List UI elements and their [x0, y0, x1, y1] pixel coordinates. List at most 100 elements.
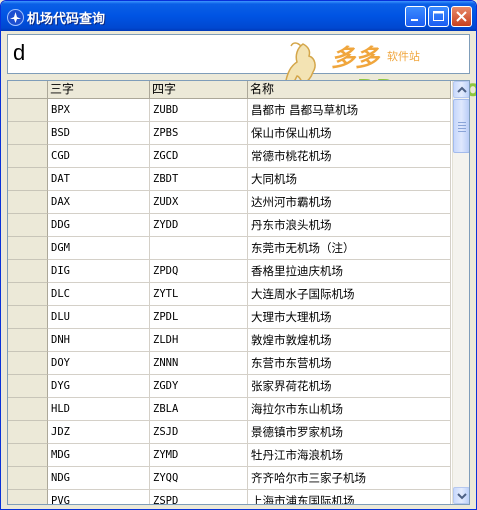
table-row[interactable]: DNH ZLDH 敦煌市敦煌机场 — [8, 329, 451, 352]
app-icon[interactable] — [7, 9, 24, 26]
airport-name-cell[interactable]: 东营市东营机场 — [248, 352, 451, 375]
three-letter-cell[interactable]: DYG — [48, 375, 150, 398]
three-letter-cell[interactable]: DAT — [48, 168, 150, 191]
row-header[interactable] — [8, 145, 48, 168]
airport-name-cell[interactable]: 齐齐哈尔市三家子机场 — [248, 467, 451, 490]
four-letter-cell[interactable]: ZBLA — [150, 398, 248, 421]
airport-name-cell[interactable]: 香格里拉迪庆机场 — [248, 260, 451, 283]
table-row[interactable]: NDG ZYQQ 齐齐哈尔市三家子机场 — [8, 467, 451, 490]
table-row[interactable]: HLD ZBLA 海拉尔市东山机场 — [8, 398, 451, 421]
table-row[interactable]: DAT ZBDT 大同机场 — [8, 168, 451, 191]
three-letter-cell[interactable]: DLC — [48, 283, 150, 306]
row-header[interactable] — [8, 398, 48, 421]
airport-name-cell[interactable]: 敦煌市敦煌机场 — [248, 329, 451, 352]
table-corner[interactable] — [8, 81, 48, 99]
three-letter-cell[interactable]: DLU — [48, 306, 150, 329]
airport-name-cell[interactable]: 东莞市无机场（注） — [248, 237, 451, 260]
four-letter-cell[interactable]: ZYQQ — [150, 467, 248, 490]
four-letter-cell[interactable]: ZBDT — [150, 168, 248, 191]
airport-name-cell[interactable]: 保山市保山机场 — [248, 122, 451, 145]
maximize-button[interactable] — [428, 6, 449, 27]
three-letter-cell[interactable]: DGM — [48, 237, 150, 260]
row-header[interactable] — [8, 237, 48, 260]
three-letter-cell[interactable]: CGD — [48, 145, 150, 168]
scroll-up-button[interactable] — [453, 81, 469, 98]
three-letter-cell[interactable]: DAX — [48, 191, 150, 214]
row-header[interactable] — [8, 306, 48, 329]
row-header[interactable] — [8, 329, 48, 352]
airport-name-cell[interactable]: 达州河市霸机场 — [248, 191, 451, 214]
row-header[interactable] — [8, 191, 48, 214]
three-letter-cell[interactable]: DDG — [48, 214, 150, 237]
airport-name-cell[interactable]: 上海市浦东国际机场 — [248, 490, 451, 504]
table-row[interactable]: DAX ZUDX 达州河市霸机场 — [8, 191, 451, 214]
table-row[interactable]: BPX ZUBD 昌都市 昌都马草机场 — [8, 99, 451, 122]
row-header[interactable] — [8, 122, 48, 145]
row-header[interactable] — [8, 444, 48, 467]
table-row[interactable]: CGD ZGCD 常德市桃花机场 — [8, 145, 451, 168]
four-letter-cell[interactable]: ZPDL — [150, 306, 248, 329]
four-letter-cell[interactable]: ZGDY — [150, 375, 248, 398]
row-header[interactable] — [8, 99, 48, 122]
table-row[interactable]: DGM 东莞市无机场（注） — [8, 237, 451, 260]
three-letter-cell[interactable]: DIG — [48, 260, 150, 283]
table-row[interactable]: PVG ZSPD 上海市浦东国际机场 — [8, 490, 451, 504]
four-letter-cell[interactable] — [150, 237, 248, 260]
airport-name-cell[interactable]: 海拉尔市东山机场 — [248, 398, 451, 421]
four-letter-cell[interactable]: ZGCD — [150, 145, 248, 168]
airport-name-cell[interactable]: 大连周水子国际机场 — [248, 283, 451, 306]
table-row[interactable]: DLU ZPDL 大理市大理机场 — [8, 306, 451, 329]
row-header[interactable] — [8, 490, 48, 504]
row-header[interactable] — [8, 168, 48, 191]
three-letter-cell[interactable]: DOY — [48, 352, 150, 375]
scroll-down-button[interactable] — [453, 487, 469, 504]
airport-name-cell[interactable]: 大理市大理机场 — [248, 306, 451, 329]
four-letter-cell[interactable]: ZYMD — [150, 444, 248, 467]
table-row[interactable]: MDG ZYMD 牡丹江市海浪机场 — [8, 444, 451, 467]
column-header-four-letter[interactable]: 四字 — [150, 81, 248, 99]
row-header[interactable] — [8, 214, 48, 237]
three-letter-cell[interactable]: HLD — [48, 398, 150, 421]
airport-name-cell[interactable]: 张家界荷花机场 — [248, 375, 451, 398]
table-row[interactable]: DDG ZYDD 丹东市浪头机场 — [8, 214, 451, 237]
airport-name-cell[interactable]: 昌都市 昌都马草机场 — [248, 99, 451, 122]
table-row[interactable]: DYG ZGDY 张家界荷花机场 — [8, 375, 451, 398]
row-header[interactable] — [8, 260, 48, 283]
three-letter-cell[interactable]: MDG — [48, 444, 150, 467]
three-letter-cell[interactable]: PVG — [48, 490, 150, 504]
airport-name-cell[interactable]: 丹东市浪头机场 — [248, 214, 451, 237]
table-row[interactable]: DOY ZNNN 东营市东营机场 — [8, 352, 451, 375]
row-header[interactable] — [8, 421, 48, 444]
three-letter-cell[interactable]: BPX — [48, 99, 150, 122]
four-letter-cell[interactable]: ZUBD — [150, 99, 248, 122]
three-letter-cell[interactable]: NDG — [48, 467, 150, 490]
four-letter-cell[interactable]: ZLDH — [150, 329, 248, 352]
three-letter-cell[interactable]: JDZ — [48, 421, 150, 444]
column-header-name[interactable]: 名称 — [248, 81, 451, 99]
airport-name-cell[interactable]: 牡丹江市海浪机场 — [248, 444, 451, 467]
minimize-button[interactable] — [405, 6, 426, 27]
table-row[interactable]: BSD ZPBS 保山市保山机场 — [8, 122, 451, 145]
four-letter-cell[interactable]: ZUDX — [150, 191, 248, 214]
column-header-three-letter[interactable]: 三字 — [48, 81, 150, 99]
row-header[interactable] — [8, 352, 48, 375]
title-bar[interactable]: 机场代码查询 — [1, 1, 476, 31]
table-row[interactable]: DLC ZYTL 大连周水子国际机场 — [8, 283, 451, 306]
four-letter-cell[interactable]: ZNNN — [150, 352, 248, 375]
airport-table[interactable]: 三字 四字 名称 BPX ZUBD 昌都市 昌都马草机场 BSD ZPBS 保山市保山机场… — [7, 80, 470, 505]
airport-name-cell[interactable]: 大同机场 — [248, 168, 451, 191]
airport-name-cell[interactable]: 常德市桃花机场 — [248, 145, 451, 168]
four-letter-cell[interactable]: ZYDD — [150, 214, 248, 237]
four-letter-cell[interactable]: ZSJD — [150, 421, 248, 444]
four-letter-cell[interactable]: ZPDQ — [150, 260, 248, 283]
row-header[interactable] — [8, 375, 48, 398]
table-row[interactable]: DIG ZPDQ 香格里拉迪庆机场 — [8, 260, 451, 283]
close-button[interactable] — [451, 6, 472, 27]
four-letter-cell[interactable]: ZSPD — [150, 490, 248, 504]
row-header[interactable] — [8, 467, 48, 490]
vertical-scrollbar[interactable] — [452, 81, 469, 504]
airport-name-cell[interactable]: 景德镇市罗家机场 — [248, 421, 451, 444]
three-letter-cell[interactable]: BSD — [48, 122, 150, 145]
row-header[interactable] — [8, 283, 48, 306]
table-row[interactable]: JDZ ZSJD 景德镇市罗家机场 — [8, 421, 451, 444]
